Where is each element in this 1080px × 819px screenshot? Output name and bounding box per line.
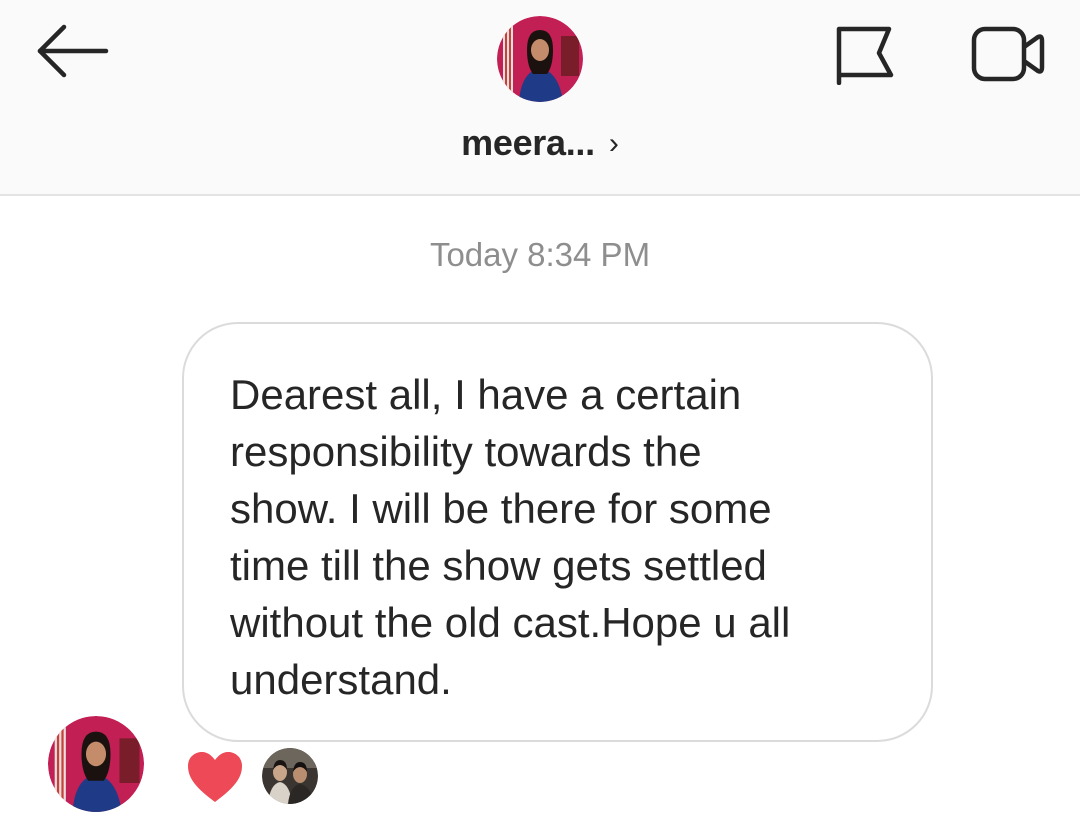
back-button[interactable] bbox=[30, 18, 114, 84]
profile-photo-avatar bbox=[497, 16, 583, 102]
message-bubble[interactable]: Dearest all, I have a certain responsibi… bbox=[182, 322, 933, 742]
heart-icon bbox=[188, 752, 242, 802]
flag-icon bbox=[836, 26, 894, 85]
video-call-button[interactable] bbox=[962, 16, 1054, 92]
reactor-photo-avatar bbox=[262, 748, 318, 804]
sender-avatar[interactable] bbox=[48, 716, 144, 812]
username: meera... bbox=[461, 122, 595, 163]
report-flag-button[interactable] bbox=[826, 16, 902, 92]
header-avatar[interactable] bbox=[497, 16, 583, 102]
message-timestamp: Today 8:34 PM bbox=[429, 236, 651, 273]
video-camera-icon bbox=[971, 26, 1045, 82]
reactor-avatar[interactable] bbox=[262, 748, 318, 804]
profile-photo-avatar bbox=[48, 716, 144, 812]
arrow-left-icon bbox=[37, 24, 109, 78]
chevron-right-icon: › bbox=[608, 127, 619, 160]
message-text: Dearest all, I have a certain responsibi… bbox=[230, 371, 791, 703]
username-link[interactable]: meera... › bbox=[0, 118, 1080, 168]
conversation-header: meera... › bbox=[0, 0, 1080, 196]
reaction-heart[interactable] bbox=[186, 750, 244, 804]
